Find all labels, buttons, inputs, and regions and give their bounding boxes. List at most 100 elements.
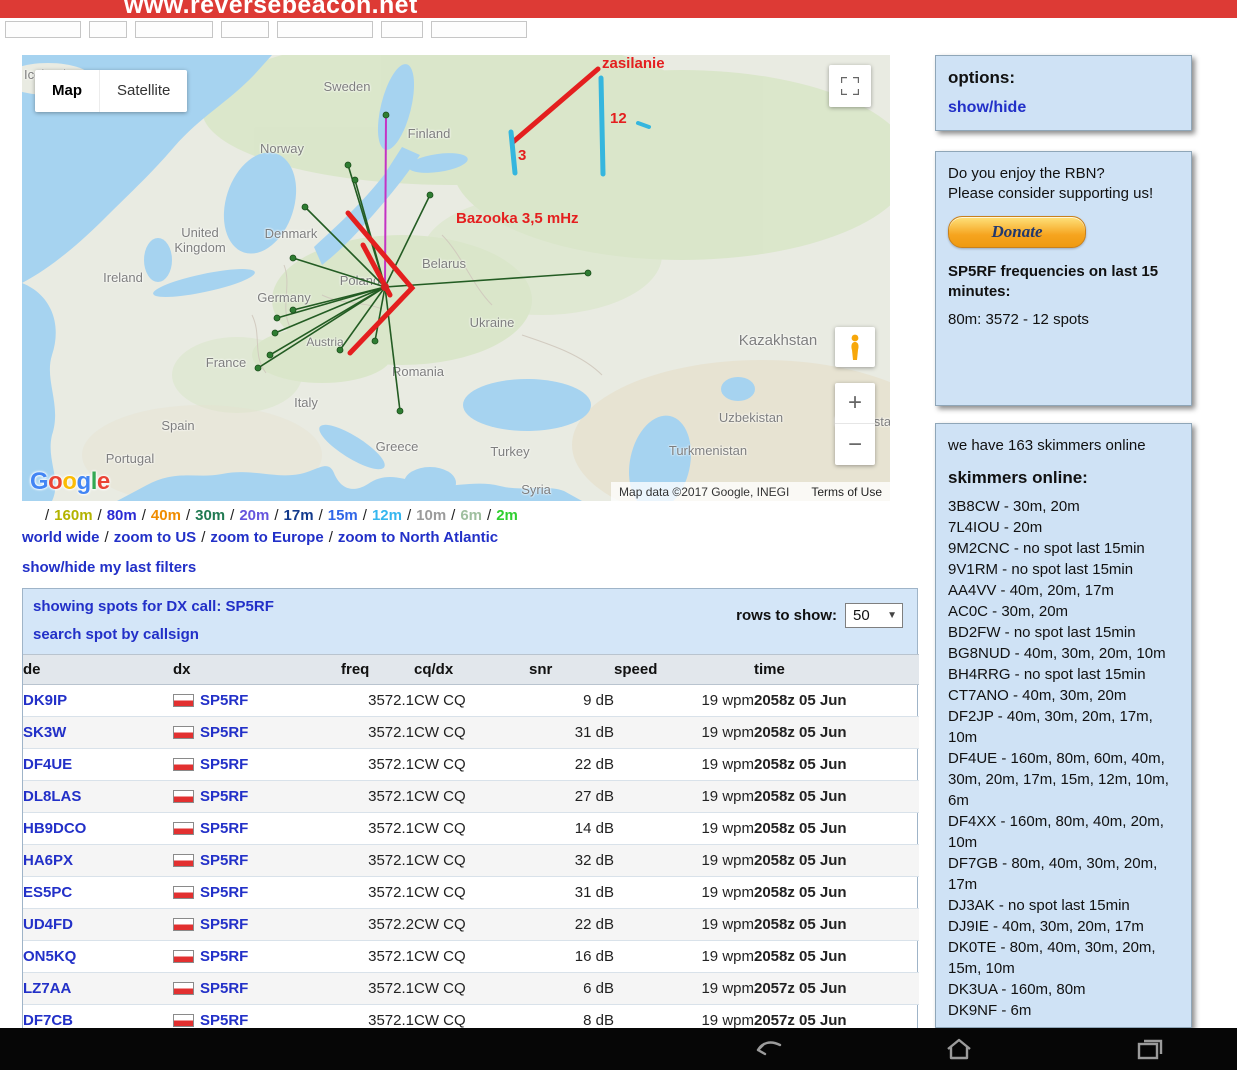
- recents-button[interactable]: [1124, 1032, 1176, 1066]
- menu-tab[interactable]: [277, 21, 373, 38]
- map-annotation-zasilanie: zasilanie: [602, 55, 665, 72]
- map-country-label: Germany: [257, 290, 310, 305]
- zoom-out-button[interactable]: −: [835, 424, 875, 465]
- dx-callsign-link[interactable]: SP5RF: [200, 788, 248, 805]
- de-callsign-link[interactable]: LZ7AA: [23, 980, 71, 997]
- menu-tab[interactable]: [5, 21, 81, 38]
- band-link-6m[interactable]: 6m: [460, 507, 482, 524]
- band-link-30m[interactable]: 30m: [195, 507, 225, 524]
- de-callsign-link[interactable]: ES5PC: [23, 884, 72, 901]
- spot-de-cell: DL8LAS: [23, 781, 173, 813]
- home-button[interactable]: [933, 1032, 985, 1066]
- band-separator: /: [142, 507, 146, 524]
- band-link-10m[interactable]: 10m: [416, 507, 446, 524]
- spot-dx-cell: SP5RF: [173, 781, 341, 813]
- band-link-2m[interactable]: 2m: [496, 507, 518, 524]
- link-separator: /: [105, 529, 109, 546]
- pegman-button[interactable]: [835, 327, 875, 367]
- frequencies-line: 80m: 3572 - 12 spots: [948, 310, 1179, 330]
- dx-callsign-link[interactable]: SP5RF: [200, 948, 248, 965]
- de-callsign-link[interactable]: DF7CB: [23, 1012, 73, 1029]
- spot-cqdx-cell: CW CQ: [414, 813, 529, 845]
- dx-callsign-link[interactable]: SP5RF: [200, 852, 248, 869]
- map-type-satellite-button[interactable]: Satellite: [99, 70, 187, 112]
- poland-flag-icon: [173, 886, 194, 899]
- spot-time-cell: 2058z 05 Jun: [754, 845, 919, 877]
- band-link-80m[interactable]: 80m: [107, 507, 137, 524]
- map-country-label: Syria: [521, 482, 551, 497]
- terms-of-use-link[interactable]: Terms of Use: [811, 485, 882, 499]
- google-logo-letter: g: [77, 468, 91, 495]
- dx-callsign-link[interactable]: SP5RF: [200, 916, 248, 933]
- menu-tab[interactable]: [221, 21, 269, 38]
- spot-freq-cell: 3572.1: [341, 877, 414, 909]
- spot-snr-cell: 32 dB: [529, 845, 614, 877]
- spot-row: ON5KQSP5RF3572.1CW CQ16 dB19 wpm2058z 05…: [23, 941, 919, 973]
- fullscreen-icon: [841, 77, 859, 95]
- menu-tab[interactable]: [431, 21, 527, 38]
- dx-callsign-link[interactable]: SP5RF: [200, 692, 248, 709]
- band-link-15m[interactable]: 15m: [328, 507, 358, 524]
- dx-callsign-link[interactable]: SP5RF: [200, 1012, 248, 1029]
- dx-callsign-link[interactable]: SP5RF: [200, 756, 248, 773]
- band-link-17m[interactable]: 17m: [284, 507, 314, 524]
- options-box: options: show/hide: [935, 55, 1192, 131]
- map-country-label: Turkey: [490, 444, 529, 459]
- column-header-speed: speed: [614, 655, 754, 685]
- band-link-40m[interactable]: 40m: [151, 507, 181, 524]
- skimmer-entry: CT7ANO - 40m, 30m, 20m: [948, 685, 1179, 706]
- de-callsign-link[interactable]: DK9IP: [23, 692, 67, 709]
- band-link-12m[interactable]: 12m: [372, 507, 402, 524]
- column-header-time: time: [754, 655, 919, 685]
- skimmer-entry: DF2JP - 40m, 30m, 20m, 17m, 10m: [948, 706, 1179, 748]
- map-zoom-link[interactable]: zoom to US: [114, 529, 197, 546]
- skimmers-list: 3B8CW - 30m, 20m7L4IOU - 20m9M2CNC - no …: [948, 496, 1179, 1021]
- skimmer-entry: DK0TE - 80m, 40m, 30m, 20m, 15m, 10m: [948, 937, 1179, 979]
- rows-to-show-select[interactable]: 50 ▼: [845, 603, 903, 628]
- band-link-160m[interactable]: 160m: [54, 507, 92, 524]
- de-callsign-link[interactable]: HB9DCO: [23, 820, 86, 837]
- android-navigation-bar: [0, 1028, 1237, 1070]
- band-separator: /: [98, 507, 102, 524]
- menu-tab[interactable]: [381, 21, 423, 38]
- spot-cqdx-cell: CW CQ: [414, 749, 529, 781]
- spot-cqdx-cell: CW CQ: [414, 941, 529, 973]
- fullscreen-button[interactable]: [829, 65, 871, 107]
- dx-callsign-link[interactable]: SP5RF: [200, 884, 248, 901]
- map-zoom-link[interactable]: zoom to North Atlantic: [338, 529, 498, 546]
- spot-dx-cell: SP5RF: [173, 941, 341, 973]
- map-zoom-link[interactable]: world wide: [22, 529, 100, 546]
- de-callsign-link[interactable]: ON5KQ: [23, 948, 76, 965]
- poland-flag-icon: [173, 694, 194, 707]
- map-annotation-3: 3: [518, 147, 526, 164]
- spot-de-cell: UD4FD: [23, 909, 173, 941]
- map-zoom-link[interactable]: zoom to Europe: [210, 529, 323, 546]
- map-country-label: France: [206, 355, 246, 370]
- poland-flag-icon: [173, 950, 194, 963]
- map-country-label: Spain: [161, 418, 194, 433]
- menu-tab[interactable]: [135, 21, 213, 38]
- dx-callsign-link[interactable]: SP5RF: [200, 820, 248, 837]
- de-callsign-link[interactable]: DF4UE: [23, 756, 72, 773]
- de-callsign-link[interactable]: HA6PX: [23, 852, 73, 869]
- menu-tab[interactable]: [89, 21, 127, 38]
- de-callsign-link[interactable]: SK3W: [23, 724, 66, 741]
- spot-time-cell: 2058z 05 Jun: [754, 909, 919, 941]
- zoom-in-button[interactable]: +: [835, 383, 875, 424]
- band-separator: /: [274, 507, 278, 524]
- google-logo[interactable]: Google: [30, 468, 110, 496]
- spot-row: DK9IPSP5RF3572.1CW CQ9 dB19 wpm2058z 05 …: [23, 685, 919, 717]
- dx-callsign-link[interactable]: SP5RF: [200, 724, 248, 741]
- support-line-1: Do you enjoy the RBN?: [948, 164, 1179, 184]
- google-map[interactable]: IcelandSwedenNorwayFinlandDenmarkUnited …: [22, 55, 890, 501]
- band-link-20m[interactable]: 20m: [239, 507, 269, 524]
- options-show-hide-link[interactable]: show/hide: [948, 98, 1026, 118]
- search-spot-link[interactable]: search spot by callsign: [33, 626, 199, 643]
- back-button[interactable]: [741, 1032, 793, 1066]
- donate-button[interactable]: Donate: [948, 216, 1086, 248]
- show-hide-filters-link[interactable]: show/hide my last filters: [22, 559, 196, 576]
- de-callsign-link[interactable]: UD4FD: [23, 916, 73, 933]
- de-callsign-link[interactable]: DL8LAS: [23, 788, 81, 805]
- map-type-map-button[interactable]: Map: [35, 70, 99, 112]
- dx-callsign-link[interactable]: SP5RF: [200, 980, 248, 997]
